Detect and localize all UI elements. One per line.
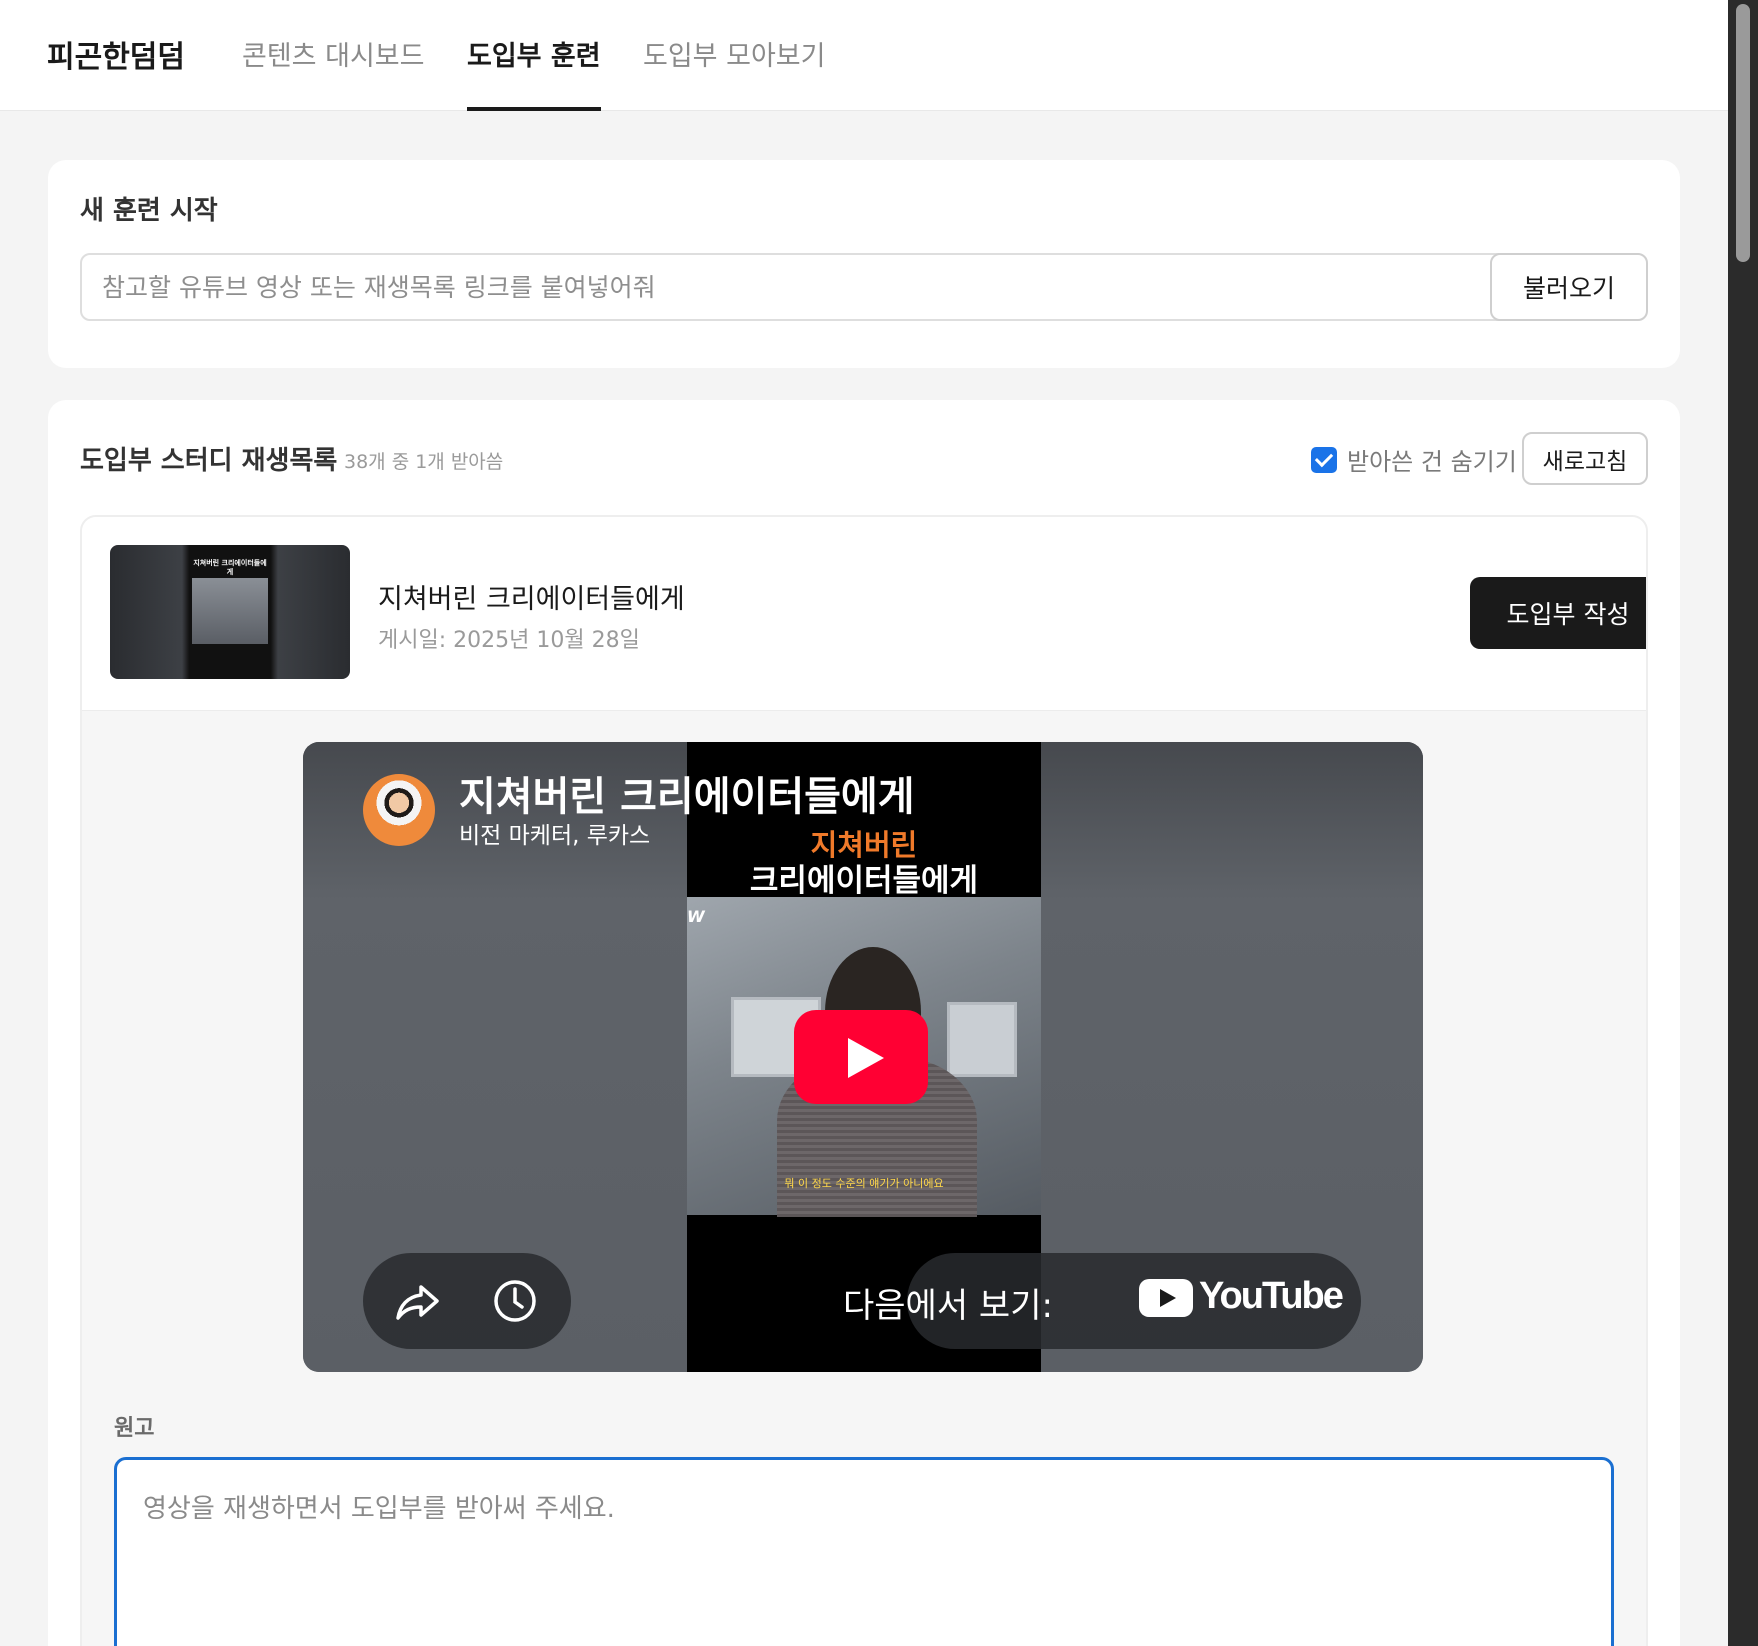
youtube-embed-player[interactable]: 뭐 이 정도 수준의 얘기가 아니에요 지쳐버린 크리에이터들에게 W 지쳐버린…: [303, 742, 1423, 1372]
youtube-logo-text: YouTube: [1199, 1275, 1344, 1317]
load-button[interactable]: 불러오기: [1490, 253, 1648, 321]
video-thumbnail[interactable]: 지쳐버린 크리에이터들에게: [110, 545, 350, 679]
script-textarea[interactable]: [114, 1457, 1614, 1646]
new-training-card: 새 훈련 시작 불러오기: [48, 160, 1680, 368]
tab-content-dashboard[interactable]: 콘텐츠 대시보드: [242, 34, 424, 111]
playlist-progress-count: 38개 중 1개 받아씀: [344, 451, 504, 473]
video-title: 지쳐버린 크리에이터들에게: [378, 584, 685, 615]
video-item: 지쳐버린 크리에이터들에게 지쳐버린 크리에이터들에게 게시일: 2025년 1…: [80, 515, 1648, 1646]
player-channel-name[interactable]: 비전 마케터, 루카스: [459, 816, 650, 850]
video-subtitle: 뭐 이 정도 수준의 얘기가 아니에요: [784, 1177, 944, 1190]
top-navigation: 피곤한덤덤 콘텐츠 대시보드 도입부 훈련 도입부 모아보기: [0, 0, 1728, 111]
video-date: 게시일: 2025년 10월 28일: [378, 628, 640, 653]
youtube-play-icon: [1139, 1279, 1193, 1317]
thumbnail-caption: 지쳐버린 크리에이터들에게: [193, 559, 267, 576]
hide-transcribed-label[interactable]: 받아쓴 건 숨기기: [1347, 442, 1517, 477]
player-controls: [363, 1253, 571, 1349]
new-training-title: 새 훈련 시작: [80, 196, 218, 226]
thumbnail-person-image: [192, 578, 268, 644]
scene-window: [947, 1002, 1017, 1077]
script-label: 원고: [114, 1416, 155, 1441]
refresh-button[interactable]: 새로고침: [1522, 432, 1648, 485]
watch-on-label[interactable]: 다음에서 보기:: [843, 1278, 1053, 1327]
playlist-title: 도입부 스터디 재생목록: [80, 446, 338, 476]
scrollbar-thumb[interactable]: [1736, 4, 1750, 262]
brand-logo[interactable]: 피곤한덤덤: [47, 32, 185, 76]
play-icon[interactable]: [794, 1010, 928, 1104]
player-video-title[interactable]: 지쳐버린 크리에이터들에게: [459, 764, 915, 822]
watch-later-icon[interactable]: [491, 1277, 539, 1325]
write-intro-button[interactable]: 도입부 작성: [1470, 577, 1646, 649]
video-header: 지쳐버린 크리에이터들에게 지쳐버린 크리에이터들에게 게시일: 2025년 1…: [82, 517, 1646, 711]
share-icon[interactable]: [393, 1277, 441, 1325]
hide-transcribed-checkbox[interactable]: [1311, 447, 1337, 473]
playlist-card: 도입부 스터디 재생목록 38개 중 1개 받아씀 받아쓴 건 숨기기 새로고침…: [48, 400, 1680, 1646]
video-overlay-line2: 크리에이터들에게: [749, 863, 979, 899]
tab-intro-training[interactable]: 도입부 훈련: [467, 34, 601, 111]
tab-intro-collection[interactable]: 도입부 모아보기: [643, 34, 825, 111]
video-overlay-mark: W: [687, 907, 705, 926]
channel-avatar[interactable]: [363, 774, 435, 846]
page-scrollbar[interactable]: [1728, 0, 1758, 1646]
youtube-link-input[interactable]: [80, 253, 1522, 321]
